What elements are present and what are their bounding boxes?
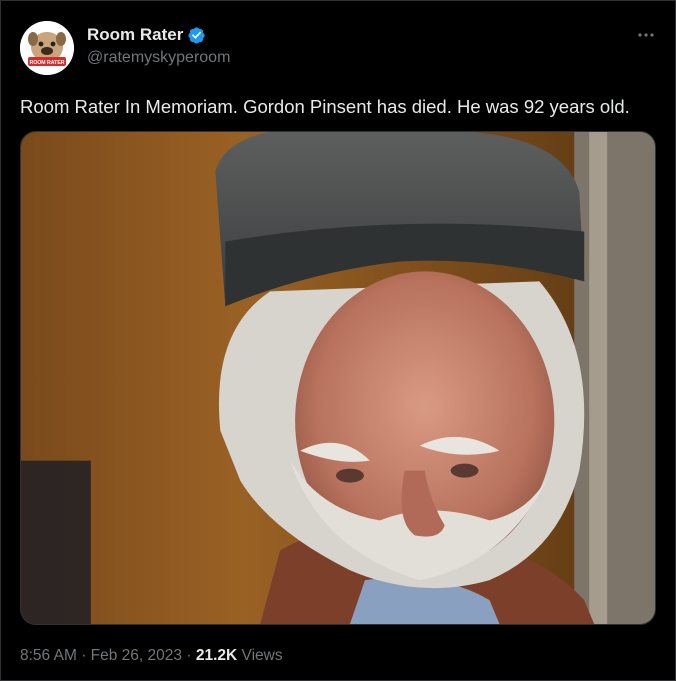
avatar-bulldog-logo: ROOM RATER: [20, 21, 74, 75]
meta-separator: ·: [81, 647, 87, 664]
avatar-logo-text: ROOM RATER: [29, 60, 64, 66]
more-options-icon[interactable]: [632, 27, 660, 43]
tweet-date[interactable]: Feb 26, 2023: [91, 647, 182, 664]
handle[interactable]: @ratemyskyperoom: [87, 49, 230, 67]
avatar[interactable]: ROOM RATER: [20, 21, 74, 75]
views-label: Views: [241, 647, 283, 664]
display-name-row: Room Rater: [87, 25, 230, 45]
tweet-meta: 8:56 AM · Feb 26, 2023 · 21.2K Views: [20, 647, 283, 665]
tweet-header: ROOM RATER Room Rater @ratemyskyperoom: [20, 21, 660, 77]
tweet-photo[interactable]: [20, 131, 656, 625]
photo-illustration: [21, 132, 655, 624]
display-name[interactable]: Room Rater: [87, 25, 183, 45]
verified-badge-icon: [188, 26, 205, 44]
tweet-text: Room Rater In Memoriam. Gordon Pinsent h…: [20, 96, 630, 117]
tweet-time[interactable]: 8:56 AM: [20, 647, 77, 664]
account-names: Room Rater @ratemyskyperoom: [87, 25, 230, 67]
meta-separator: ·: [186, 647, 192, 664]
views-count: 21.2K: [195, 647, 238, 664]
tweet-card: ROOM RATER Room Rater @ratemyskyperoom R…: [0, 0, 676, 681]
